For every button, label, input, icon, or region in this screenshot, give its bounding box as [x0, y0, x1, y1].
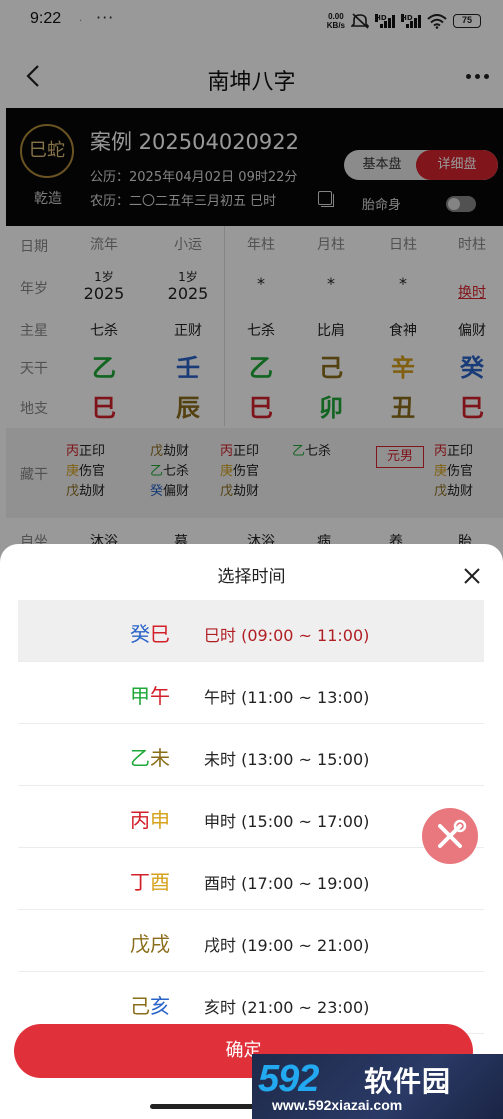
close-icon[interactable]: [462, 566, 482, 586]
hour-range: 午时 (11:00 ~ 13:00): [204, 688, 370, 707]
ganzhi-label: 甲午: [130, 680, 170, 709]
ganzhi-label: 己亥: [130, 990, 170, 1019]
time-list: 癸巳 巳时 (09:00 ~ 11:00) 甲午 午时 (11:00 ~ 13:00)…: [18, 600, 484, 1064]
ganzhi-label: 癸巳: [130, 618, 170, 647]
ganzhi-label: 戊戌: [130, 928, 170, 957]
stem-glyph: 癸: [130, 622, 150, 646]
ganzhi-label: 乙未: [130, 742, 170, 771]
branch-glyph: 未: [150, 746, 170, 770]
hour-range: 亥时 (21:00 ~ 23:00): [204, 998, 370, 1017]
branch-glyph: 申: [150, 808, 170, 832]
time-option[interactable]: 乙未 未时 (13:00 ~ 15:00): [18, 724, 484, 786]
tools-icon: [438, 819, 467, 848]
time-option[interactable]: 丁酉 酉时 (17:00 ~ 19:00): [18, 848, 484, 910]
watermark-name: 软件园: [364, 1065, 452, 1098]
tools-button[interactable]: [422, 808, 478, 864]
branch-glyph: 巳: [150, 622, 170, 646]
site-watermark: 592 软件园 www.592xiazai.com: [252, 1054, 503, 1119]
watermark-url: www.592xiazai.com: [272, 1097, 403, 1113]
branch-glyph: 戌: [150, 932, 170, 956]
stem-glyph: 丁: [130, 870, 150, 894]
ganzhi-label: 丁酉: [130, 866, 170, 895]
stem-glyph: 甲: [130, 684, 150, 708]
stem-glyph: 戊: [130, 932, 150, 956]
time-option[interactable]: 甲午 午时 (11:00 ~ 13:00): [18, 662, 484, 724]
branch-glyph: 酉: [150, 870, 170, 894]
ganzhi-label: 丙申: [130, 804, 170, 833]
hour-range: 巳时 (09:00 ~ 11:00): [204, 626, 370, 645]
hour-range: 申时 (15:00 ~ 17:00): [204, 812, 370, 831]
time-option[interactable]: 丙申 申时 (15:00 ~ 17:00): [18, 786, 484, 848]
stem-glyph: 丙: [130, 808, 150, 832]
time-option[interactable]: 癸巳 巳时 (09:00 ~ 11:00): [18, 600, 484, 662]
watermark-logo: 592: [258, 1058, 319, 1100]
branch-glyph: 午: [150, 684, 170, 708]
stem-glyph: 己: [130, 994, 150, 1018]
branch-glyph: 亥: [150, 994, 170, 1018]
hour-range: 戌时 (19:00 ~ 21:00): [204, 936, 370, 955]
time-option[interactable]: 戊戌 戌时 (19:00 ~ 21:00): [18, 910, 484, 972]
hour-range: 未时 (13:00 ~ 15:00): [204, 750, 370, 769]
sheet-title: 选择时间: [217, 567, 286, 587]
hour-range: 酉时 (17:00 ~ 19:00): [204, 874, 370, 893]
stem-glyph: 乙: [130, 746, 150, 770]
